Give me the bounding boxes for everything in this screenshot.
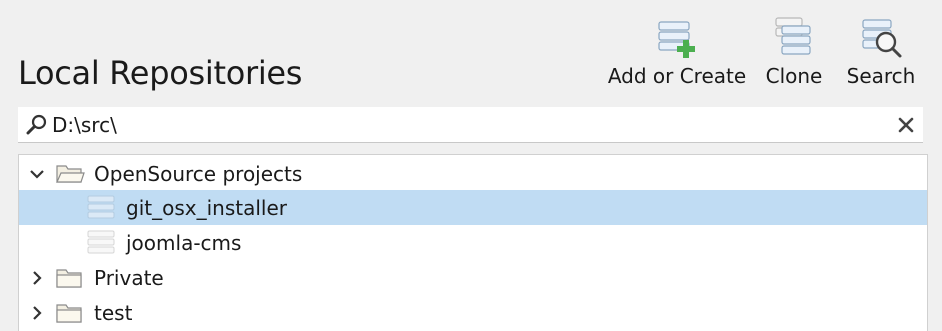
vertical-scrollbar[interactable]	[928, 154, 942, 331]
add-repository-icon	[658, 21, 695, 58]
magnifier-icon	[26, 114, 47, 135]
folder-icon	[56, 269, 82, 288]
tree-item-private[interactable]: Private	[19, 260, 927, 295]
repository-filter	[18, 107, 923, 143]
search-icon	[862, 19, 902, 58]
filter-input[interactable]	[52, 110, 892, 140]
clone-button[interactable]: Clone	[762, 16, 826, 92]
tree-item-label: git_osx_installer	[126, 195, 287, 220]
tree-item-label: test	[94, 300, 133, 325]
clone-icon	[775, 17, 811, 55]
tree-item-label: OpenSource projects	[94, 161, 303, 186]
add-or-create-label: Add or Create	[607, 64, 747, 88]
page-title: Local Repositories	[18, 54, 303, 92]
tree-item-joomla-cms[interactable]: joomla-cms	[19, 225, 927, 260]
folder-icon	[56, 304, 82, 323]
clone-label: Clone	[765, 64, 823, 88]
tree-item-git-osx-installer[interactable]: git_osx_installer	[19, 190, 927, 225]
tree-item-label: joomla-cms	[126, 230, 242, 255]
add-or-create-button[interactable]: Add or Create	[607, 16, 747, 92]
folder-open-icon	[56, 165, 85, 183]
chevron-right-icon[interactable]	[29, 305, 45, 321]
tree-item-label: Private	[94, 265, 164, 290]
repository-icon	[87, 230, 115, 254]
search-button[interactable]: Search	[845, 16, 917, 92]
chevron-right-icon[interactable]	[29, 270, 45, 286]
clear-icon[interactable]	[895, 114, 917, 136]
tree-item-opensource-projects[interactable]: OpenSource projects	[19, 156, 927, 191]
chevron-down-icon[interactable]	[29, 166, 45, 182]
tree-item-test[interactable]: test	[19, 295, 927, 330]
search-label: Search	[846, 64, 916, 88]
repository-tree: OpenSource projects git_osx_installer jo…	[18, 154, 928, 331]
repository-icon	[87, 195, 115, 219]
